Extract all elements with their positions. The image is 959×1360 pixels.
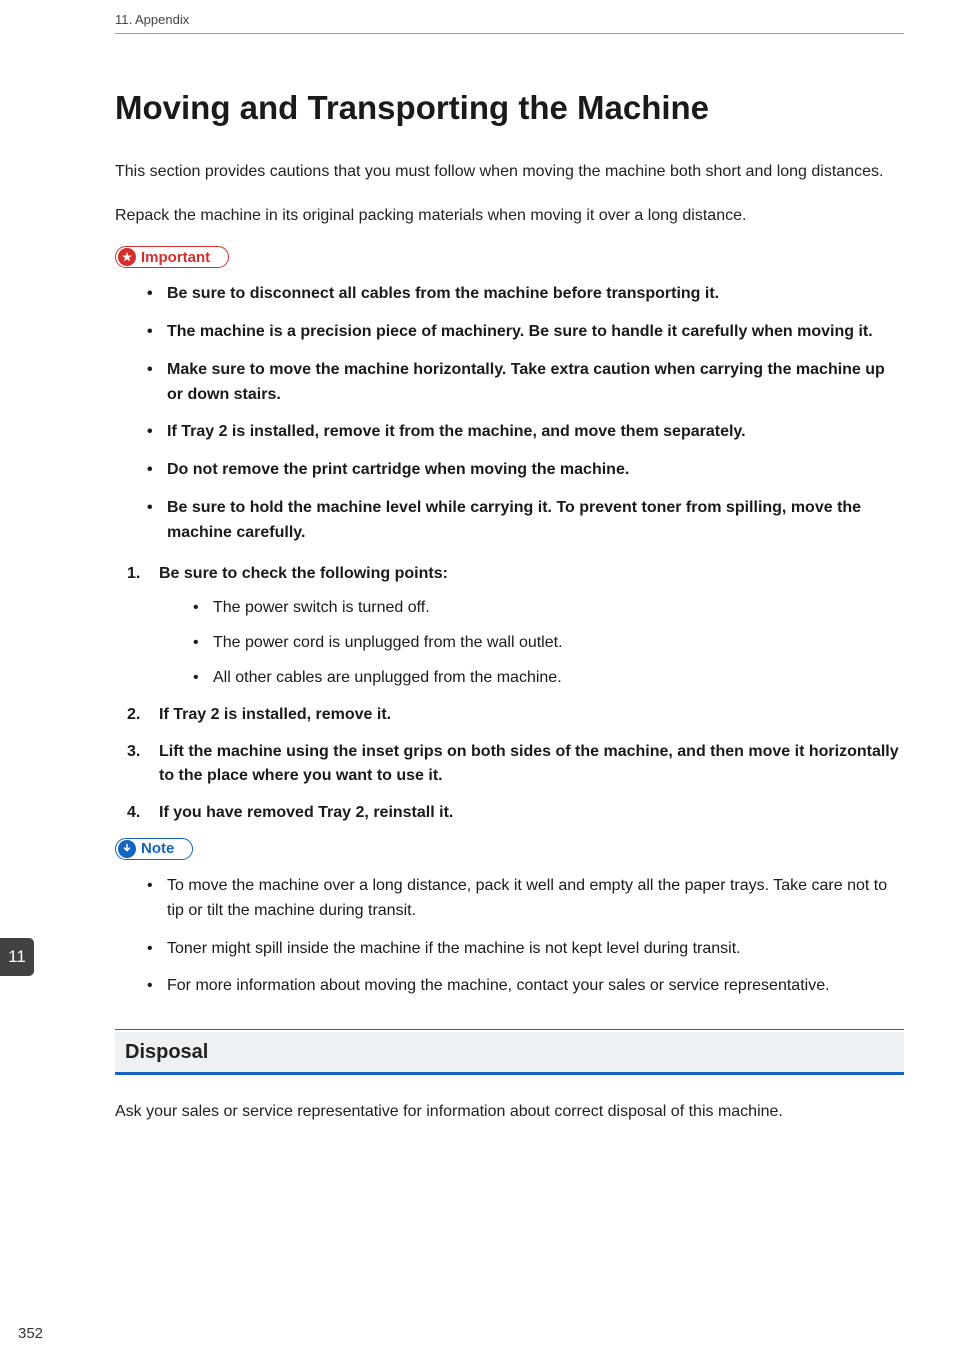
star-icon xyxy=(118,248,136,266)
important-list: Be sure to disconnect all cables from th… xyxy=(115,282,904,545)
step-item: Lift the machine using the inset grips o… xyxy=(127,740,904,790)
note-callout: Note xyxy=(115,838,193,860)
procedure-steps: Be sure to check the following points: T… xyxy=(115,562,904,826)
intro-paragraph: This section provides cautions that you … xyxy=(115,159,904,185)
sub-item: The power cord is unplugged from the wal… xyxy=(191,631,904,656)
sub-item: The power switch is turned off. xyxy=(191,596,904,621)
important-item: Make sure to move the machine horizontal… xyxy=(145,358,904,408)
section-text: Ask your sales or service representative… xyxy=(115,1099,904,1125)
step-item: If Tray 2 is installed, remove it. xyxy=(127,703,904,728)
document-page: 11. Appendix Moving and Transporting the… xyxy=(0,0,959,1163)
step-sublist: The power switch is turned off. The powe… xyxy=(159,596,904,690)
important-item: If Tray 2 is installed, remove it from t… xyxy=(145,420,904,445)
step-text: Be sure to check the following points: xyxy=(159,565,448,582)
note-item: Toner might spill inside the machine if … xyxy=(145,937,904,962)
page-number: 352 xyxy=(18,1325,43,1342)
down-arrow-icon xyxy=(118,840,136,858)
page-title: Moving and Transporting the Machine xyxy=(115,89,904,127)
section-body: Disposal xyxy=(115,1032,904,1075)
section-box: Disposal xyxy=(115,1029,904,1075)
running-header: 11. Appendix xyxy=(115,12,904,27)
note-label: Note xyxy=(141,840,174,857)
important-item: Be sure to disconnect all cables from th… xyxy=(145,282,904,307)
intro-paragraph: Repack the machine in its original packi… xyxy=(115,203,904,229)
important-item: Do not remove the print cartridge when m… xyxy=(145,458,904,483)
note-item: To move the machine over a long distance… xyxy=(145,874,904,924)
step-item: If you have removed Tray 2, reinstall it… xyxy=(127,801,904,826)
step-item: Be sure to check the following points: T… xyxy=(127,562,904,691)
header-rule xyxy=(115,33,904,34)
chapter-tab: 11 xyxy=(0,938,34,976)
important-item: Be sure to hold the machine level while … xyxy=(145,496,904,546)
section-rule xyxy=(115,1029,904,1030)
important-callout: Important xyxy=(115,246,229,268)
important-item: The machine is a precision piece of mach… xyxy=(145,320,904,345)
note-item: For more information about moving the ma… xyxy=(145,974,904,999)
section-heading: Disposal xyxy=(125,1041,894,1064)
important-label: Important xyxy=(141,249,210,266)
note-list: To move the machine over a long distance… xyxy=(115,874,904,999)
sub-item: All other cables are unplugged from the … xyxy=(191,666,904,691)
